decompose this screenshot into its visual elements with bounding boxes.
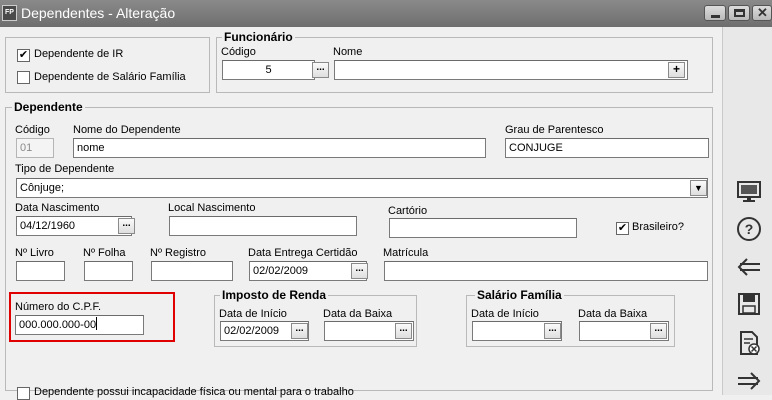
check-icon: ✔ <box>617 222 628 234</box>
help-icon[interactable]: ? <box>735 215 763 243</box>
minimize-button[interactable] <box>704 5 726 21</box>
numero-folha-label: Nº Folha <box>83 247 126 259</box>
data-entrega-certidao-input[interactable]: 02/02/2009 <box>249 261 367 281</box>
data-nascimento-label: Data Nascimento <box>15 202 100 214</box>
text-caret <box>96 317 98 330</box>
maximize-icon <box>734 9 745 17</box>
title-bar: FP Dependentes - Alteração ✕ <box>0 0 772 27</box>
incapacidade-checkbox[interactable] <box>17 387 30 400</box>
grau-parentesco-label: Grau de Parentesco <box>505 124 604 136</box>
funcionario-add-button[interactable]: + <box>668 62 685 78</box>
close-button[interactable]: ✕ <box>752 5 772 21</box>
tipo-checks-group: ✔ Dependente de IR Dependente de Salário… <box>5 37 210 93</box>
back-arrow-icon[interactable] <box>735 253 763 281</box>
ir-data-inicio-calendar-button[interactable]: ... <box>291 323 308 339</box>
funcionario-nome-label: Nome <box>333 46 363 58</box>
dependente-legend: Dependente <box>12 100 85 114</box>
nome-dependente-input[interactable]: nome <box>73 138 486 158</box>
delete-document-icon[interactable] <box>735 329 763 357</box>
funcionario-codigo-lookup-button[interactable]: ... <box>312 62 329 78</box>
window-title: Dependentes - Alteração <box>21 5 176 21</box>
app-icon: FP <box>2 5 17 21</box>
funcionario-nome-input[interactable] <box>334 60 688 80</box>
tipo-dependente-dropdown-button[interactable]: ▼ <box>690 180 707 196</box>
tipo-dependente-select[interactable]: Cônjuge; <box>16 178 708 198</box>
sf-data-baixa-label: Data da Baixa <box>578 308 648 320</box>
cartorio-label: Cartório <box>388 205 428 217</box>
salario-familia-group: Salário Família Data de Início ... Data … <box>466 289 675 347</box>
side-toolbar: ? <box>722 27 772 395</box>
ir-data-baixa-label: Data da Baixa <box>323 308 393 320</box>
nome-dependente-label: Nome do Dependente <box>73 124 181 136</box>
funcionario-group: Funcionário Código 5 ... Nome + <box>216 31 713 93</box>
maximize-button[interactable] <box>728 5 750 21</box>
numero-livro-label: Nº Livro <box>15 247 54 259</box>
numero-registro-input[interactable] <box>151 261 233 281</box>
monitor-icon[interactable] <box>735 178 763 206</box>
brasileiro-label: Brasileiro? <box>632 221 684 233</box>
tipo-dependente-label: Tipo de Dependente <box>15 163 115 175</box>
sf-data-baixa-calendar-button[interactable]: ... <box>650 323 667 339</box>
incapacidade-label: Dependente possui incapacidade física ou… <box>34 386 354 398</box>
dependente-salario-familia-label: Dependente de Salário Família <box>34 71 186 83</box>
save-icon[interactable] <box>735 290 763 318</box>
funcionario-codigo-label: Código <box>221 46 256 58</box>
ir-data-baixa-calendar-button[interactable]: ... <box>395 323 412 339</box>
numero-registro-label: Nº Registro <box>150 247 206 259</box>
dependente-ir-checkbox[interactable]: ✔ <box>17 49 30 62</box>
cpf-value: 000.000.000-00 <box>19 319 97 331</box>
imposto-renda-legend: Imposto de Renda <box>220 288 329 302</box>
cpf-label: Número do C.P.F. <box>15 301 102 313</box>
svg-text:?: ? <box>745 221 754 237</box>
data-entrega-certidao-label: Data Entrega Certidão <box>248 247 358 259</box>
data-entrega-calendar-button[interactable]: ... <box>351 263 368 279</box>
data-nascimento-calendar-button[interactable]: ... <box>118 218 135 234</box>
funcionario-legend: Funcionário <box>222 30 295 44</box>
dependente-ir-label: Dependente de IR <box>34 48 124 60</box>
numero-livro-input[interactable] <box>16 261 65 281</box>
dependente-codigo-input[interactable]: 01 <box>16 138 54 158</box>
dependente-codigo-label: Código <box>15 124 50 136</box>
minimize-icon <box>711 15 720 18</box>
chevron-down-icon: ▼ <box>694 183 703 193</box>
numero-folha-input[interactable] <box>84 261 133 281</box>
form-area: ✔ Dependente de IR Dependente de Salário… <box>0 27 722 400</box>
close-icon: ✕ <box>757 5 768 20</box>
local-nascimento-label: Local Nascimento <box>168 202 256 214</box>
local-nascimento-input[interactable] <box>169 216 357 236</box>
dependente-salario-familia-checkbox[interactable] <box>17 71 30 84</box>
matricula-input[interactable] <box>384 261 708 281</box>
cpf-input[interactable]: 000.000.000-00 <box>15 315 144 335</box>
data-nascimento-input[interactable]: 04/12/1960 <box>16 216 132 236</box>
imposto-renda-group: Imposto de Renda Data de Início 02/02/20… <box>214 289 417 347</box>
sf-data-inicio-label: Data de Início <box>471 308 539 320</box>
salario-familia-legend: Salário Família <box>475 288 564 302</box>
forward-arrow-icon[interactable] <box>735 367 763 395</box>
sf-data-inicio-calendar-button[interactable]: ... <box>544 323 561 339</box>
check-icon: ✔ <box>18 49 29 61</box>
plus-icon: + <box>672 62 680 76</box>
matricula-label: Matrícula <box>383 247 429 259</box>
funcionario-codigo-input[interactable]: 5 <box>222 60 315 80</box>
dependente-group: Dependente Código 01 Nome do Dependente … <box>5 101 713 400</box>
brasileiro-checkbox[interactable]: ✔ <box>616 222 629 235</box>
cartorio-input[interactable] <box>389 218 577 238</box>
grau-parentesco-input[interactable]: CONJUGE <box>505 138 709 158</box>
ir-data-inicio-label: Data de Início <box>219 308 287 320</box>
